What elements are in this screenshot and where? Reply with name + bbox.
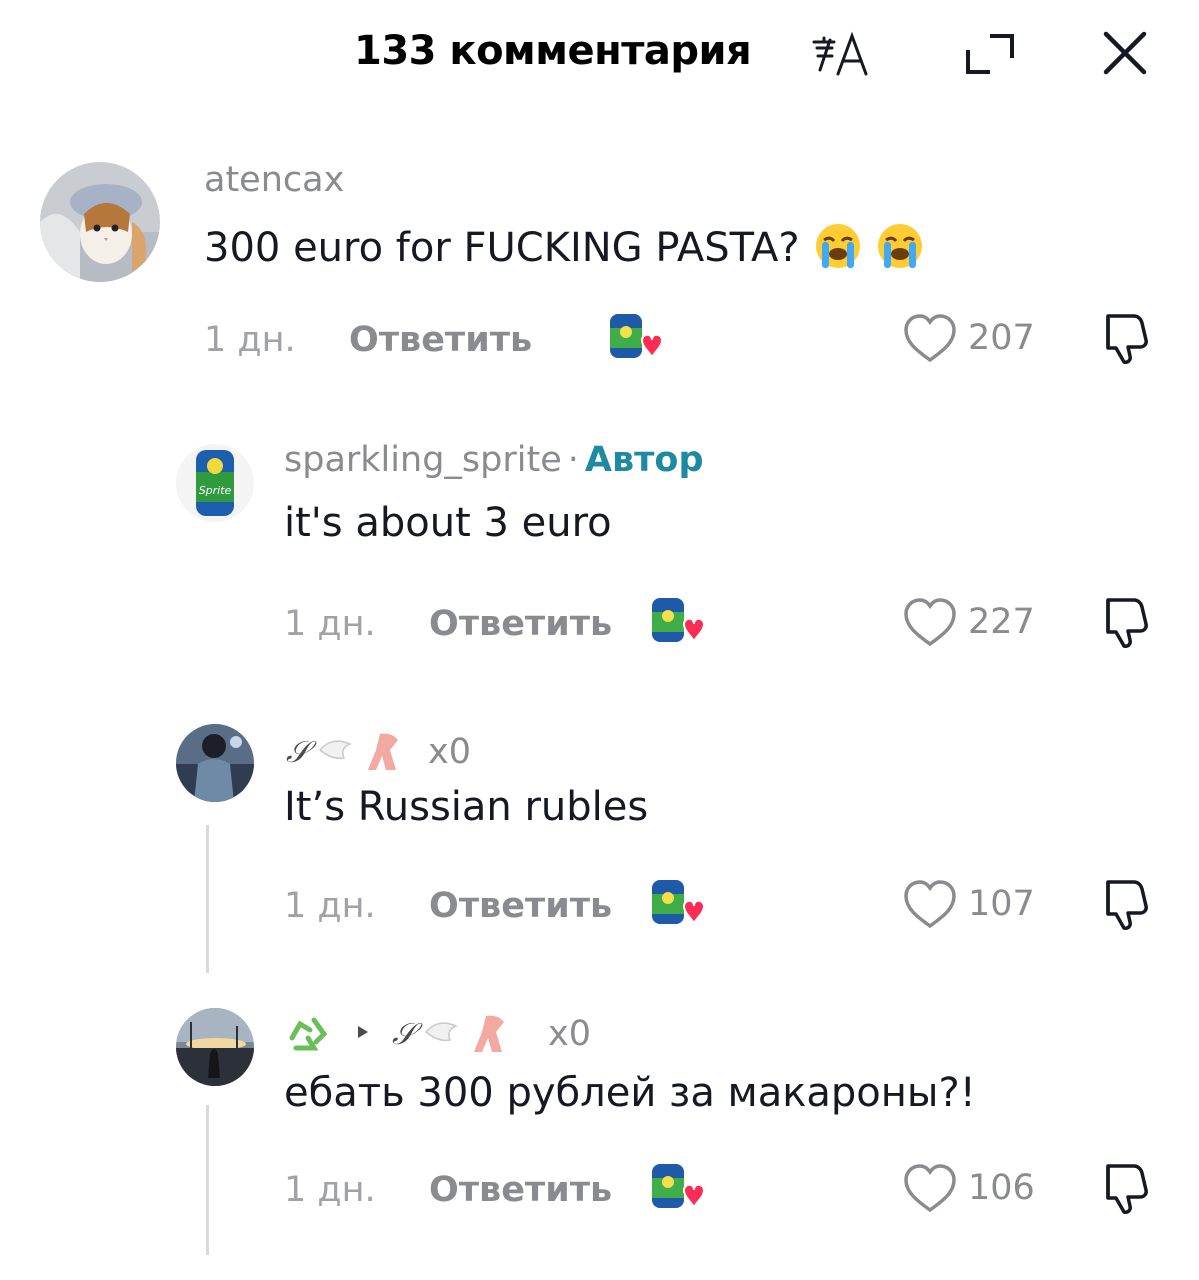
heart-icon[interactable] bbox=[902, 878, 958, 930]
username-decoration-icons: 𝒮 bbox=[284, 1008, 544, 1060]
expand-icon[interactable] bbox=[962, 30, 1018, 78]
comment-item: atencax 300 euro for FUCKING PASTA? 1 дн… bbox=[0, 150, 1199, 380]
avatar[interactable] bbox=[176, 724, 254, 802]
comment-username[interactable]: atencax bbox=[204, 160, 344, 200]
creator-liked-badge-icon bbox=[610, 314, 664, 359]
comment-item: 𝒮 x0 ебать 300 рублей за макароны?! 1 дн… bbox=[0, 1004, 1199, 1244]
sprite-can-avatar-image: Sprite bbox=[176, 444, 254, 522]
creator-liked-badge-icon bbox=[652, 598, 706, 643]
dislike-icon[interactable] bbox=[1094, 1160, 1150, 1216]
like-count: 106 bbox=[968, 1168, 1035, 1208]
heart-icon[interactable] bbox=[902, 596, 958, 648]
svg-text:𝒮: 𝒮 bbox=[392, 1017, 423, 1052]
reply-button[interactable]: Ответить bbox=[429, 1170, 612, 1210]
comment-meta: 1 дн. Ответить 107 bbox=[284, 880, 1194, 946]
svg-text:𝒮: 𝒮 bbox=[286, 735, 317, 770]
like-count: 227 bbox=[968, 602, 1035, 642]
reply-button[interactable]: Ответить bbox=[429, 604, 612, 644]
comment-username[interactable]: x0 bbox=[548, 1014, 591, 1054]
comments-header: 133 комментария bbox=[0, 0, 1199, 110]
like-count: 207 bbox=[968, 318, 1035, 358]
like-group[interactable]: 207 bbox=[902, 312, 1035, 364]
sunset-avatar-image bbox=[176, 1008, 254, 1086]
dislike-icon[interactable] bbox=[1094, 310, 1150, 366]
like-group[interactable]: 106 bbox=[902, 1162, 1035, 1214]
comment-meta: 1 дн. Ответить 207 bbox=[204, 314, 1194, 380]
like-group[interactable]: 107 bbox=[902, 878, 1035, 930]
creator-liked-badge-icon bbox=[652, 880, 706, 925]
like-group[interactable]: 227 bbox=[902, 596, 1035, 648]
comment-item: 𝒮 x0 It’s Russian rubles 1 дн. Ответить … bbox=[0, 722, 1199, 952]
comment-time: 1 дн. bbox=[284, 886, 376, 926]
close-icon[interactable] bbox=[1100, 28, 1150, 78]
dislike-icon[interactable] bbox=[1094, 876, 1150, 932]
author-label: Автор bbox=[584, 440, 704, 480]
comment-meta: 1 дн. Ответить 106 bbox=[284, 1164, 1194, 1230]
comment-meta: 1 дн. Ответить 227 bbox=[284, 598, 1194, 664]
heart-icon[interactable] bbox=[902, 312, 958, 364]
creator-liked-badge-icon bbox=[652, 1164, 706, 1209]
cat-avatar-image bbox=[40, 162, 160, 282]
avatar[interactable]: Sprite bbox=[176, 444, 254, 522]
comment-username[interactable]: x0 bbox=[428, 732, 471, 772]
reply-button[interactable]: Ответить bbox=[349, 320, 532, 360]
heart-icon[interactable] bbox=[902, 1162, 958, 1214]
anime-avatar-image bbox=[176, 724, 254, 802]
comment-text: ебать 300 рублей за макароны?! bbox=[284, 1070, 976, 1116]
comment-time: 1 дн. bbox=[284, 604, 376, 644]
username-row: 𝒮 x0 bbox=[284, 726, 471, 778]
comments-count-title: 133 комментария bbox=[354, 28, 752, 74]
crying-face-emoji bbox=[812, 220, 928, 280]
comment-text: it's about 3 euro bbox=[284, 500, 612, 546]
comment-time: 1 дн. bbox=[204, 320, 296, 360]
comment-username[interactable]: sparkling_sprite bbox=[284, 440, 562, 480]
username-decoration-icons: 𝒮 bbox=[284, 726, 424, 778]
username-row: 𝒮 x0 bbox=[284, 1008, 591, 1060]
svg-text:Sprite: Sprite bbox=[199, 484, 232, 497]
reply-button[interactable]: Ответить bbox=[429, 886, 612, 926]
dislike-icon[interactable] bbox=[1094, 594, 1150, 650]
like-count: 107 bbox=[968, 884, 1035, 924]
comment-text-block: 300 euro for FUCKING PASTA? bbox=[204, 220, 928, 280]
avatar[interactable] bbox=[40, 162, 160, 282]
comment-time: 1 дн. bbox=[284, 1170, 376, 1210]
comment-text: 300 euro for FUCKING PASTA? bbox=[204, 225, 800, 271]
avatar[interactable] bbox=[176, 1008, 254, 1086]
comment-text: It’s Russian rubles bbox=[284, 784, 649, 830]
comment-item: Sprite sparkling_sprite · Автор it's abo… bbox=[0, 440, 1199, 660]
translate-icon[interactable] bbox=[812, 30, 876, 78]
author-separator: · bbox=[567, 440, 579, 480]
